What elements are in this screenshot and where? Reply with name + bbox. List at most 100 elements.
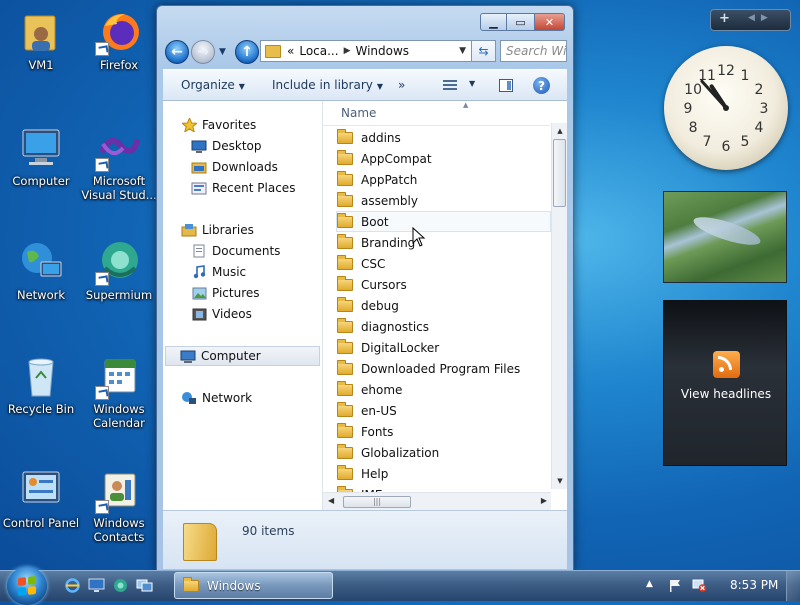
file-row-appcompat[interactable]: AppCompat	[337, 148, 550, 169]
desktop-icon-label: Microsoft Visual Stud...	[81, 174, 157, 202]
help-icon[interactable]: ?	[533, 77, 550, 94]
file-list-pane[interactable]: Name ▲ addins AppCompat AppPatch assembly Bo…	[323, 101, 567, 510]
search-input[interactable]: Search Win	[500, 40, 567, 62]
up-button[interactable]: ↑	[235, 40, 259, 64]
address-dropdown-icon[interactable]: ▼	[459, 46, 466, 56]
action-center-flag-icon[interactable]	[668, 579, 683, 592]
file-row-digitallocker[interactable]: DigitalLocker	[337, 337, 550, 358]
shortcut-arrow-icon	[95, 500, 109, 514]
desktop-icon-label: Supermium	[85, 288, 153, 302]
desktop-icon-recycle-bin[interactable]: Recycle Bin	[2, 352, 80, 416]
file-row-assembly[interactable]: assembly	[337, 190, 550, 211]
file-row-downloaded-program-files[interactable]: Downloaded Program Files	[337, 358, 550, 379]
change-view-icon[interactable]	[443, 80, 457, 91]
internet-explorer-icon[interactable]	[64, 578, 81, 593]
supermium-taskbar-icon[interactable]	[112, 578, 129, 593]
folder-icon	[337, 422, 353, 438]
network-disconnected-icon[interactable]	[692, 579, 707, 592]
navigation-pane[interactable]: Favorites Desktop Downloads Recent Place…	[163, 101, 323, 510]
file-row-help[interactable]: Help	[337, 463, 550, 484]
more-commands-button[interactable]: »	[398, 78, 405, 92]
nav-recent-places[interactable]: Recent Places	[191, 178, 295, 198]
nav-downloads[interactable]: Downloads	[191, 157, 278, 177]
file-row-boot[interactable]: Boot	[336, 211, 551, 232]
nav-network[interactable]: Network	[181, 388, 252, 408]
slideshow-gadget[interactable]	[663, 191, 787, 283]
recycle-bin-icon	[17, 352, 65, 400]
show-desktop-icon[interactable]	[88, 578, 105, 593]
add-gadget-icon[interactable]: +	[719, 11, 730, 26]
file-row-ehome[interactable]: ehome	[337, 379, 550, 400]
close-button[interactable]: ✕	[535, 13, 565, 31]
nav-computer[interactable]: Computer	[165, 346, 320, 366]
folder-icon	[337, 464, 353, 480]
taskbar-button-windows-explorer[interactable]: Windows	[174, 572, 333, 599]
desktop-icon-windows-calendar[interactable]: Windows Calendar	[80, 352, 158, 430]
forward-arrow-icon: →	[197, 44, 209, 60]
system-clock[interactable]: 8:53 PM	[730, 578, 778, 592]
scroll-down-icon[interactable]: ▼	[552, 473, 567, 489]
scroll-left-icon[interactable]: ◀	[328, 496, 334, 505]
breadcrumb-separator-icon[interactable]: ▶	[344, 46, 351, 56]
scroll-right-icon[interactable]: ▶	[541, 496, 547, 505]
breadcrumb-overflow[interactable]: «	[287, 44, 294, 58]
desktop-icon-network[interactable]: Network	[2, 238, 80, 302]
desktop-icon-supermium[interactable]: Supermium	[80, 238, 158, 302]
folder-icon	[337, 128, 353, 144]
minimize-button[interactable]: ▁	[480, 13, 507, 31]
address-bar[interactable]: « Loca... ▶ Windows ▼	[260, 40, 472, 62]
preview-pane-icon[interactable]	[499, 79, 513, 92]
file-row-csc[interactable]: CSC	[337, 253, 550, 274]
nav-desktop[interactable]: Desktop	[191, 136, 262, 156]
show-hidden-icons-icon[interactable]: ▲	[646, 579, 653, 589]
file-row-debug[interactable]: debug	[337, 295, 550, 316]
file-name: CSC	[361, 256, 386, 271]
scroll-up-icon[interactable]: ▲	[552, 123, 567, 139]
show-desktop-button[interactable]	[786, 571, 800, 601]
view-dropdown-icon[interactable]: ▼	[469, 79, 475, 88]
file-name: addins	[361, 130, 401, 145]
breadcrumb-local-disk[interactable]: Loca...	[299, 44, 338, 58]
column-header-name[interactable]: Name ▲	[323, 101, 550, 126]
desktop-icon-firefox[interactable]: Firefox	[80, 8, 158, 72]
folder-icon	[337, 338, 353, 354]
start-button[interactable]	[7, 567, 47, 605]
vertical-scroll-thumb[interactable]	[553, 139, 566, 207]
clock-gadget[interactable]: 1 2 3 4 5 6 7 8 9 10 11 12	[664, 46, 788, 170]
feed-headlines-gadget[interactable]: View headlines	[663, 300, 787, 466]
file-row-en-us[interactable]: en-US	[337, 400, 550, 421]
back-button[interactable]: ←	[165, 40, 189, 64]
breadcrumb-windows[interactable]: Windows	[355, 44, 409, 58]
nav-favorites[interactable]: Favorites	[181, 115, 256, 135]
nav-videos[interactable]: Videos	[191, 304, 252, 324]
horizontal-scroll-thumb[interactable]: |||	[343, 496, 411, 508]
maximize-button[interactable]: ▭	[507, 13, 535, 31]
nav-libraries[interactable]: Libraries	[181, 220, 254, 240]
forward-button[interactable]: →	[191, 40, 215, 64]
include-in-library-button[interactable]: Include in library ▼	[272, 78, 383, 92]
file-row-branding[interactable]: Branding	[337, 232, 550, 253]
file-row-diagnostics[interactable]: diagnostics	[337, 316, 550, 337]
nav-music[interactable]: Music	[191, 262, 246, 282]
nav-documents[interactable]: Documents	[191, 241, 280, 261]
desktop-icon-vm1[interactable]: VM1	[2, 8, 80, 72]
vertical-scrollbar[interactable]: ▲ ▼	[551, 123, 567, 489]
desktop-icon-visual-studio[interactable]: Microsoft Visual Stud...	[80, 124, 158, 202]
desktop-icon-computer[interactable]: Computer	[2, 124, 80, 188]
file-row-fonts[interactable]: Fonts	[337, 421, 550, 442]
desktop-icon-control-panel[interactable]: Control Panel	[2, 466, 80, 530]
file-row-addins[interactable]: addins	[337, 127, 550, 148]
recent-pages-dropdown[interactable]: ▼	[219, 47, 226, 57]
view-headlines-link[interactable]: View headlines	[664, 387, 788, 401]
file-row-globalization[interactable]: Globalization	[337, 442, 550, 463]
desktop-icon-windows-contacts[interactable]: Windows Contacts	[80, 466, 158, 544]
horizontal-scrollbar[interactable]: ◀ ||| ▶	[323, 492, 551, 510]
refresh-button[interactable]: ⇆	[472, 40, 496, 62]
switch-windows-icon[interactable]	[136, 578, 153, 593]
organize-button[interactable]: Organize ▼	[181, 78, 245, 92]
gadget-nav-arrows-icon[interactable]: ◀▶	[748, 13, 774, 23]
nav-pictures[interactable]: Pictures	[191, 283, 260, 303]
file-row-apppatch[interactable]: AppPatch	[337, 169, 550, 190]
file-row-cursors[interactable]: Cursors	[337, 274, 550, 295]
explorer-window[interactable]: ▁ ▭ ✕ ← → ▼ ↑ « Loca... ▶ Windows ▼ ⇆ Se…	[156, 5, 574, 572]
